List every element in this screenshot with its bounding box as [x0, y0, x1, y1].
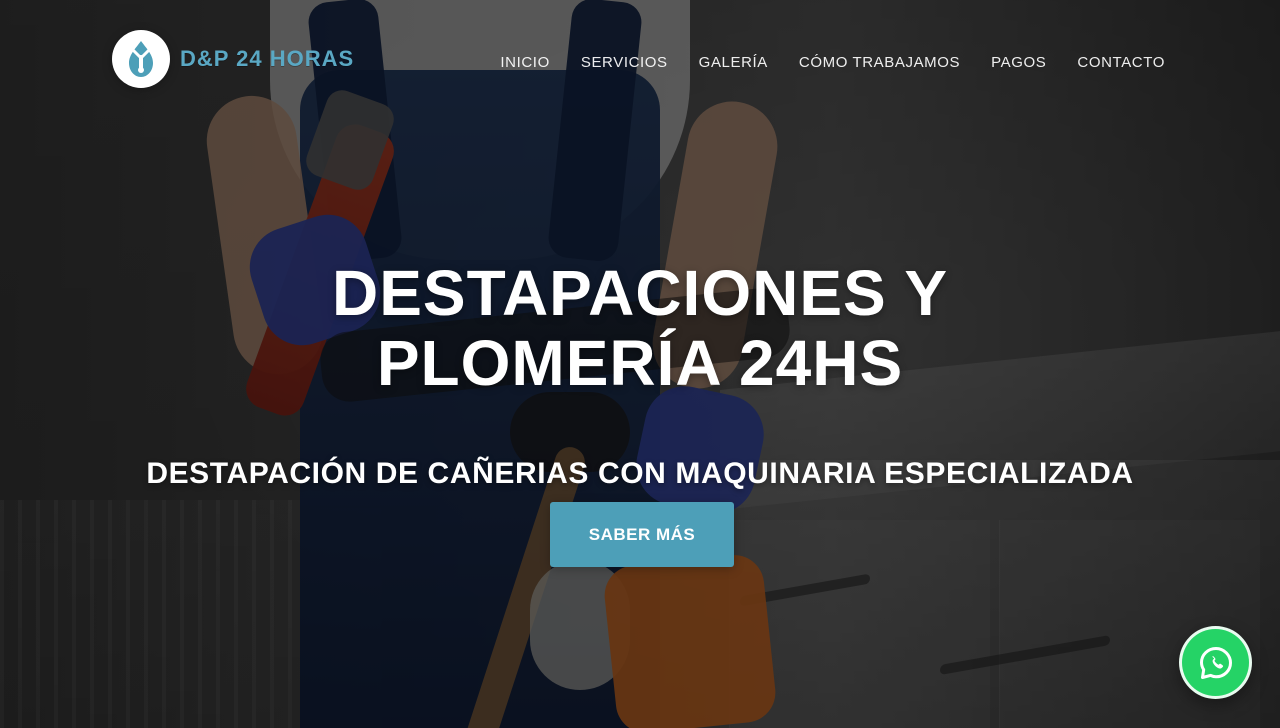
- saber-mas-button[interactable]: SABER MÁS: [550, 502, 734, 567]
- hero-section: DESTAPACIONES Y PLOMERÍA 24HS DESTAPACIÓ…: [0, 0, 1280, 728]
- whatsapp-icon: [1199, 646, 1232, 679]
- hero-headline: DESTAPACIONES Y PLOMERÍA 24HS: [0, 258, 1280, 398]
- landing-page: D&P 24 HORAS INICIO SERVICIOS GALERÍA CÓ…: [0, 0, 1280, 728]
- hero-headline-line-1: DESTAPACIONES Y: [332, 257, 948, 329]
- hero-headline-line-2: PLOMERÍA 24HS: [376, 327, 904, 399]
- hero-subheadline: DESTAPACIÓN DE CAÑERIAS CON MAQUINARIA E…: [146, 457, 1134, 490]
- whatsapp-floating-button[interactable]: [1179, 626, 1252, 699]
